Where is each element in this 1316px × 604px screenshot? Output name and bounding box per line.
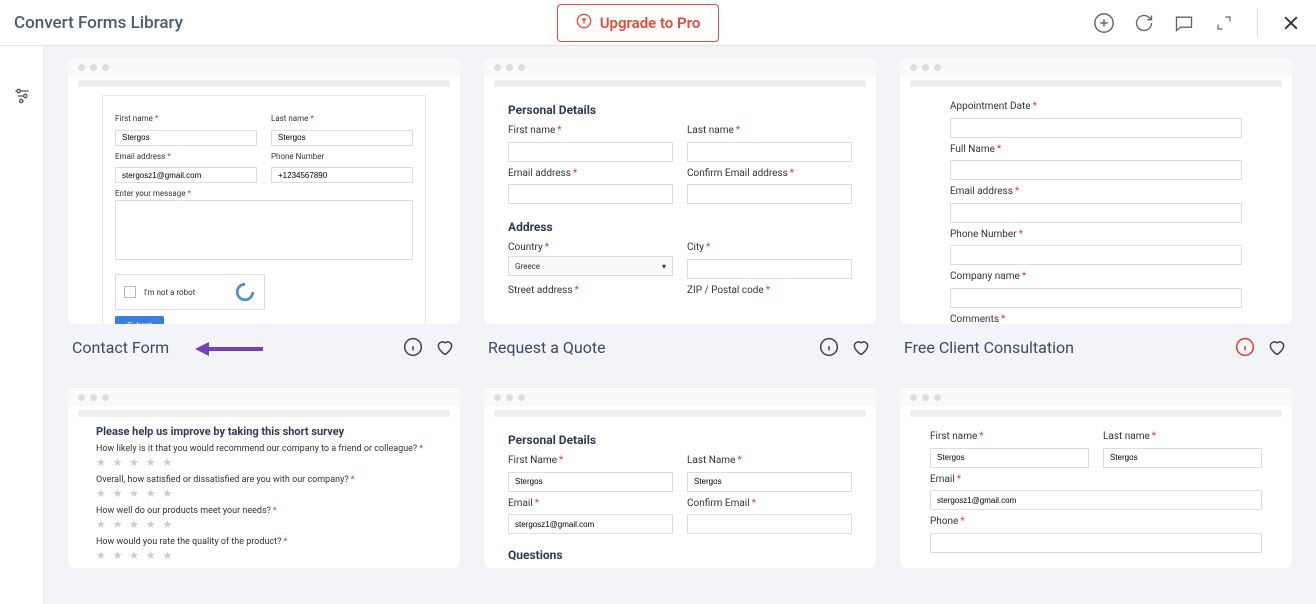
template-card-catering[interactable]: First name* Last name* Email* Phone* Foo… [900, 388, 1292, 568]
template-card-request-quote[interactable]: Personal Details First name* Last name* … [484, 58, 876, 324]
card-preview: First name* Last name* Email address* Ph… [68, 58, 460, 324]
template-card-survey[interactable]: PRO Please help us improve by taking thi… [68, 388, 460, 568]
last-name-field [687, 142, 852, 162]
upgrade-button[interactable]: Upgrade to Pro [557, 4, 720, 42]
first-name-field [115, 130, 257, 146]
last-name-field [1103, 448, 1262, 468]
divider [1257, 9, 1258, 37]
info-icon[interactable] [402, 336, 424, 358]
confirm-email-field [687, 184, 852, 204]
star-rating: ★ ★ ★ ★ ★ [96, 518, 432, 531]
card-title: Free Client Consultation [904, 338, 1224, 357]
card-preview: First name* Last name* Email* Phone* Foo… [900, 388, 1292, 568]
email-field [950, 203, 1242, 223]
phone-field [950, 245, 1242, 265]
card-preview: Appointment Date* Full Name* Email addre… [900, 58, 1292, 324]
page-title: Convert Forms Library [14, 13, 183, 33]
last-name-field [271, 130, 413, 146]
first-name-field [508, 472, 673, 492]
star-rating: ★ ★ ★ ★ ★ [96, 549, 432, 562]
phone-field [930, 533, 1262, 553]
close-icon[interactable] [1280, 12, 1302, 34]
last-name-field [687, 472, 852, 492]
template-card-free-consultation[interactable]: PRO Appointment Date* Full Name* Email a… [900, 58, 1292, 324]
message-field [115, 200, 413, 260]
refresh-icon[interactable] [1133, 12, 1155, 34]
card-preview: Personal Details First Name* Last Name* … [484, 388, 876, 568]
heart-icon[interactable] [1266, 336, 1288, 358]
template-card-nps-survey[interactable]: PRO Personal Details First Name* Last Na… [484, 388, 876, 568]
full-name-field [950, 160, 1242, 180]
star-rating: ★ ★ ★ ★ ★ [96, 487, 432, 500]
topbar: Convert Forms Library Upgrade to Pro [0, 0, 1316, 46]
chat-icon[interactable] [1173, 12, 1195, 34]
upgrade-arrow-icon [576, 13, 592, 33]
heart-icon[interactable] [434, 336, 456, 358]
country-select: Greece▾ [508, 256, 673, 276]
first-name-field [930, 448, 1089, 468]
star-rating: ★ ★ ★ ★ ★ [96, 456, 432, 469]
appt-date-field [950, 118, 1242, 138]
email-field [930, 490, 1262, 510]
expand-icon[interactable] [1213, 12, 1235, 34]
first-name-field [508, 142, 673, 162]
captcha: I'm not a robot [115, 274, 265, 310]
info-icon[interactable] [1234, 336, 1256, 358]
email-field [115, 167, 257, 183]
filter-icon[interactable] [12, 86, 32, 106]
sidebar [0, 46, 44, 604]
card-title: Contact Form [72, 338, 392, 357]
email-field [508, 184, 673, 204]
info-icon[interactable] [818, 336, 840, 358]
add-icon[interactable] [1093, 12, 1115, 34]
city-field [687, 259, 852, 279]
confirm-email-field [687, 514, 852, 534]
content-area: First name* Last name* Email address* Ph… [44, 46, 1316, 604]
card-preview: Please help us improve by taking this sh… [68, 388, 460, 568]
template-card-contact-form[interactable]: First name* Last name* Email address* Ph… [68, 58, 460, 324]
card-preview: Personal Details First name* Last name* … [484, 58, 876, 324]
company-field [950, 288, 1242, 308]
card-title: Request a Quote [488, 338, 808, 357]
email-field [508, 514, 673, 534]
upgrade-label: Upgrade to Pro [600, 14, 701, 32]
heart-icon[interactable] [850, 336, 872, 358]
phone-field [271, 167, 413, 183]
submit-button: Submit [115, 316, 164, 324]
